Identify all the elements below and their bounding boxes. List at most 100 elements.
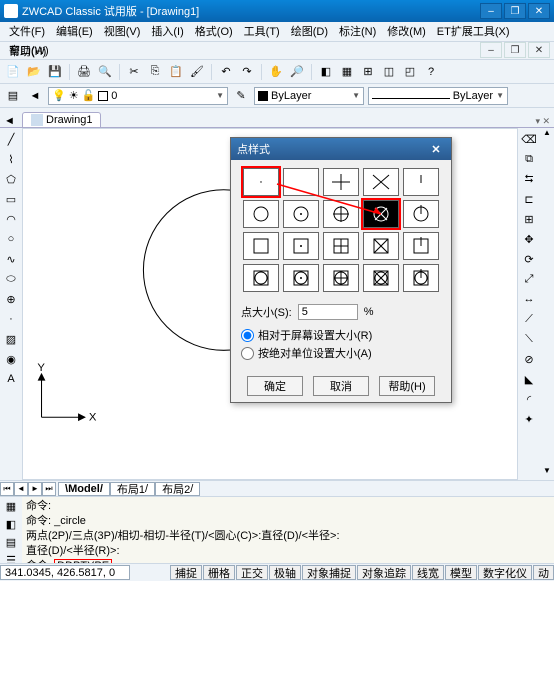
nav-prev-icon[interactable]: ◄ bbox=[14, 482, 28, 496]
ptstyle-sq-circle-tick[interactable] bbox=[403, 264, 439, 292]
help-icon[interactable]: ? bbox=[422, 63, 440, 81]
stretch-icon[interactable]: ↔ bbox=[520, 290, 538, 308]
line-icon[interactable]: ╱ bbox=[2, 130, 20, 148]
ptstyle-circle[interactable] bbox=[243, 200, 279, 228]
arc-icon[interactable]: ◠ bbox=[2, 210, 20, 228]
help-button[interactable]: 帮助(H) bbox=[379, 376, 435, 396]
array-icon[interactable]: ⊞ bbox=[520, 210, 538, 228]
minimize-button[interactable]: – bbox=[480, 3, 502, 19]
command-history[interactable]: 命令: 命令: _circle 两点(2P)/三点(3P)/相切-相切-半径(T… bbox=[22, 497, 554, 568]
ptstyle-square-dot[interactable] bbox=[283, 232, 319, 260]
mdi-close-button[interactable]: ✕ bbox=[528, 42, 550, 58]
cmd-icon[interactable]: ◧ bbox=[2, 517, 20, 533]
nav-last-icon[interactable]: ⏭ bbox=[42, 482, 56, 496]
offset-icon[interactable]: ⊏ bbox=[520, 190, 538, 208]
vscrollbar[interactable]: ▲ ▼ bbox=[540, 128, 554, 480]
open-icon[interactable]: 📂 bbox=[25, 63, 43, 81]
nav-first-icon[interactable]: ⏮ bbox=[0, 482, 14, 496]
circle-icon[interactable]: ○ bbox=[2, 230, 20, 248]
ellipse-icon[interactable]: ⬭ bbox=[2, 270, 20, 288]
ptstyle-square-x[interactable] bbox=[363, 232, 399, 260]
menu-edit[interactable]: 编辑(E) bbox=[51, 22, 98, 40]
status-model[interactable]: 模型 bbox=[445, 565, 477, 580]
chamfer-icon[interactable]: ◣ bbox=[520, 370, 538, 388]
layer-mgr-icon[interactable]: ▤ bbox=[4, 87, 22, 105]
close-button[interactable]: ✕ bbox=[528, 3, 550, 19]
status-tablet[interactable]: 数字化仪 bbox=[478, 565, 532, 580]
polyline-icon[interactable]: ⌇ bbox=[2, 150, 20, 168]
dialog-close-icon[interactable]: ✕ bbox=[427, 141, 445, 157]
save-icon[interactable]: 💾 bbox=[46, 63, 64, 81]
point-size-input[interactable] bbox=[298, 304, 358, 320]
zoom-icon[interactable]: 🔎 bbox=[288, 63, 306, 81]
menu-modify[interactable]: 修改(M) bbox=[382, 22, 431, 40]
status-polar[interactable]: 极轴 bbox=[269, 565, 301, 580]
tool-icon[interactable]: ◫ bbox=[380, 63, 398, 81]
text-icon[interactable]: A bbox=[2, 370, 20, 388]
ptstyle-circle-x-selected[interactable] bbox=[363, 200, 399, 228]
layer-prev-icon[interactable]: ◄ bbox=[26, 87, 44, 105]
explode-icon[interactable]: ✦ bbox=[520, 410, 538, 428]
ptstyle-square[interactable] bbox=[243, 232, 279, 260]
ptstyle-x[interactable] bbox=[363, 168, 399, 196]
cmd-icon[interactable]: ▤ bbox=[2, 535, 20, 551]
fillet-icon[interactable]: ◜ bbox=[520, 390, 538, 408]
layer-dropdown[interactable]: 💡 ☀ 🔓 0 ▼ bbox=[48, 87, 228, 105]
ptstyle-blank[interactable] bbox=[283, 168, 319, 196]
ptstyle-circle-plus[interactable] bbox=[323, 200, 359, 228]
ptstyle-sq-circle-plus[interactable] bbox=[323, 264, 359, 292]
insert-icon[interactable]: ⊕ bbox=[2, 290, 20, 308]
menu-draw[interactable]: 绘图(D) bbox=[286, 22, 333, 40]
copy-icon[interactable]: ⎘ bbox=[146, 63, 164, 81]
status-otrack[interactable]: 对象追踪 bbox=[357, 565, 411, 580]
linetype-dropdown[interactable]: ByLayer ▼ bbox=[368, 87, 508, 105]
cancel-button[interactable]: 取消 bbox=[313, 376, 369, 396]
break-icon[interactable]: ⊘ bbox=[520, 350, 538, 368]
tab-layout1[interactable]: 布局1 / bbox=[110, 482, 155, 496]
ok-button[interactable]: 确定 bbox=[247, 376, 303, 396]
tool-icon[interactable]: ⊞ bbox=[359, 63, 377, 81]
maximize-button[interactable]: ❐ bbox=[504, 3, 526, 19]
point-icon[interactable]: · bbox=[2, 310, 20, 328]
spline-icon[interactable]: ∿ bbox=[2, 250, 20, 268]
ptstyle-square-tick[interactable] bbox=[403, 232, 439, 260]
paste-icon[interactable]: 📋 bbox=[167, 63, 185, 81]
mdi-max-button[interactable]: ❐ bbox=[504, 42, 526, 58]
preview-icon[interactable]: 🔍 bbox=[96, 63, 114, 81]
dialog-titlebar[interactable]: 点样式 ✕ bbox=[231, 138, 451, 160]
radio-absolute[interactable]: 按绝对单位设置大小(A) bbox=[241, 344, 441, 362]
ptstyle-sq-circle[interactable] bbox=[243, 264, 279, 292]
tab-layout2[interactable]: 布局2 / bbox=[155, 482, 200, 496]
cut-icon[interactable]: ✂ bbox=[125, 63, 143, 81]
status-dyn[interactable]: 动 bbox=[533, 565, 554, 580]
menu-view[interactable]: 视图(V) bbox=[99, 22, 146, 40]
ptstyle-square-plus[interactable] bbox=[323, 232, 359, 260]
scroll-down-icon[interactable]: ▼ bbox=[540, 466, 554, 480]
hatch-icon[interactable]: ▨ bbox=[2, 330, 20, 348]
erase-icon[interactable]: ⌫ bbox=[520, 130, 538, 148]
status-ortho[interactable]: 正交 bbox=[236, 565, 268, 580]
status-snap[interactable]: 捕捉 bbox=[170, 565, 202, 580]
pan-icon[interactable]: ✋ bbox=[267, 63, 285, 81]
coordinates[interactable]: 341.0345, 426.5817, 0 bbox=[0, 565, 130, 580]
redo-icon[interactable]: ↷ bbox=[238, 63, 256, 81]
ptstyle-circle-dot[interactable] bbox=[283, 200, 319, 228]
menu-dim[interactable]: 标注(N) bbox=[334, 22, 381, 40]
status-osnap[interactable]: 对象捕捉 bbox=[302, 565, 356, 580]
undo-icon[interactable]: ↶ bbox=[217, 63, 235, 81]
menu-file[interactable]: 文件(F) bbox=[4, 22, 50, 40]
tab-model[interactable]: \ Model / bbox=[58, 482, 110, 496]
tab-nav-left[interactable]: ◄ bbox=[4, 115, 22, 127]
ptstyle-circle-tick[interactable] bbox=[403, 200, 439, 228]
move-icon[interactable]: ✥ bbox=[520, 230, 538, 248]
nav-next-icon[interactable]: ► bbox=[28, 482, 42, 496]
tool-icon[interactable]: ▦ bbox=[338, 63, 356, 81]
rotate-icon[interactable]: ⟳ bbox=[520, 250, 538, 268]
menu-insert[interactable]: 插入(I) bbox=[146, 22, 188, 40]
radio-absolute-input[interactable] bbox=[241, 347, 254, 360]
ptstyle-sq-circle-dot[interactable] bbox=[283, 264, 319, 292]
tool-icon[interactable]: ◧ bbox=[317, 63, 335, 81]
document-tab[interactable]: Drawing1 bbox=[22, 112, 101, 127]
menu-tools[interactable]: 工具(T) bbox=[239, 22, 285, 40]
menu-format[interactable]: 格式(O) bbox=[190, 22, 238, 40]
